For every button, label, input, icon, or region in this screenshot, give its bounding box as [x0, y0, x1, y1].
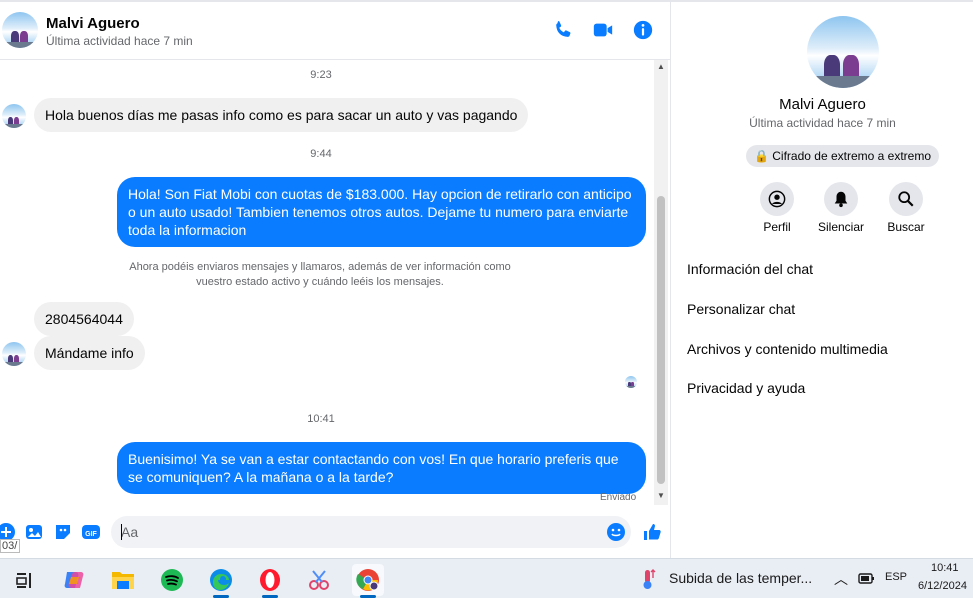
file-explorer-icon[interactable] — [107, 564, 139, 596]
encryption-badge[interactable]: 🔒 Cifrado de extremo a extremo — [746, 145, 939, 167]
thermometer-icon[interactable] — [640, 568, 656, 590]
incoming-message[interactable]: Hola buenos días me pasas info como es p… — [34, 98, 529, 132]
user-icon — [760, 182, 794, 216]
outgoing-message[interactable]: Hola! Son Fiat Mobi con cuotas de $183.0… — [117, 177, 646, 247]
spotify-icon[interactable] — [156, 564, 188, 596]
contact-avatar-small — [2, 104, 26, 128]
language-indicator[interactable]: ESP — [885, 571, 907, 583]
incoming-message[interactable]: 2804564044 — [34, 302, 134, 336]
menu-privacy-help[interactable]: Privacidad y ayuda — [687, 380, 805, 396]
emoji-icon[interactable] — [606, 522, 626, 542]
opera-icon[interactable] — [254, 564, 286, 598]
profile-label: Perfil — [763, 220, 791, 234]
contact-avatar-small — [2, 342, 26, 366]
sticker-icon[interactable] — [53, 522, 73, 542]
info-icon[interactable] — [632, 19, 654, 41]
timestamp: 9:23 — [310, 69, 332, 81]
message-list[interactable]: 9:23 Hola buenos días me pasas info como… — [0, 60, 654, 505]
gif-icon[interactable]: GIF — [81, 522, 101, 542]
profile-avatar[interactable] — [807, 16, 879, 88]
outgoing-message[interactable]: Buenisimo! Ya se van a estar contactando… — [117, 442, 646, 494]
scrollbar[interactable]: ▲ ▼ — [654, 60, 668, 505]
menu-media-files[interactable]: Archivos y contenido multimedia — [687, 341, 888, 357]
chrome-icon[interactable] — [352, 564, 384, 598]
messenger-window: Malvi Aguero Última actividad hace 7 min… — [0, 0, 973, 558]
clipped-tooltip: 03/ — [0, 539, 20, 553]
copilot-icon[interactable] — [58, 564, 90, 596]
bell-icon — [824, 182, 858, 216]
search-action[interactable]: Buscar — [876, 182, 936, 234]
scroll-thumb[interactable] — [657, 196, 665, 484]
mute-action[interactable]: Silenciar — [811, 182, 871, 234]
search-icon — [889, 182, 923, 216]
incoming-message[interactable]: Mándame info — [34, 336, 145, 370]
seen-avatar — [625, 376, 637, 388]
phone-icon[interactable] — [552, 19, 574, 41]
snipping-tool-icon[interactable] — [303, 564, 335, 596]
sent-status: Enviado — [600, 492, 637, 503]
chat-header: Malvi Aguero Última actividad hace 7 min — [0, 2, 670, 60]
taskbar: Subida de las temper... ︿ ESP 10:41 6/12… — [0, 558, 973, 598]
scroll-up-icon[interactable]: ▲ — [657, 62, 665, 71]
profile-action[interactable]: Perfil — [747, 182, 807, 234]
contact-avatar[interactable] — [2, 12, 38, 48]
contact-name[interactable]: Malvi Aguero — [46, 15, 140, 32]
profile-status: Última actividad hace 7 min — [749, 116, 896, 130]
clock-time[interactable]: 10:41 — [931, 562, 959, 574]
weather-text[interactable]: Subida de las temper... — [669, 570, 812, 586]
details-panel: Malvi Aguero Última actividad hace 7 min… — [672, 2, 973, 558]
battery-icon[interactable] — [858, 572, 874, 586]
encryption-label: Cifrado de extremo a extremo — [772, 149, 932, 163]
svg-text:GIF: GIF — [85, 531, 97, 538]
menu-customize-chat[interactable]: Personalizar chat — [687, 301, 795, 317]
edge-icon[interactable] — [205, 564, 237, 598]
timestamp: 10:41 — [307, 413, 335, 425]
video-call-icon[interactable] — [592, 19, 614, 41]
clock-date[interactable]: 6/12/2024 — [918, 580, 967, 592]
timestamp: 9:44 — [310, 148, 332, 160]
search-label: Buscar — [887, 220, 925, 234]
scroll-down-icon[interactable]: ▼ — [657, 491, 665, 500]
lock-icon: 🔒 — [753, 149, 769, 163]
profile-name: Malvi Aguero — [779, 96, 866, 113]
like-icon[interactable] — [642, 522, 662, 542]
composer: GIF Aa — [0, 510, 670, 558]
chat-panel: Malvi Aguero Última actividad hace 7 min… — [0, 0, 671, 558]
chevron-up-icon[interactable]: ︿ — [834, 569, 848, 589]
mute-label: Silenciar — [817, 220, 865, 234]
system-notice: Ahora podéis enviaros mensajes y llamaro… — [129, 261, 511, 288]
contact-status: Última actividad hace 7 min — [46, 34, 193, 48]
message-input[interactable]: Aa — [111, 516, 631, 548]
image-icon[interactable] — [24, 522, 44, 542]
menu-chat-info[interactable]: Información del chat — [687, 261, 813, 277]
task-view-icon[interactable] — [8, 564, 40, 596]
